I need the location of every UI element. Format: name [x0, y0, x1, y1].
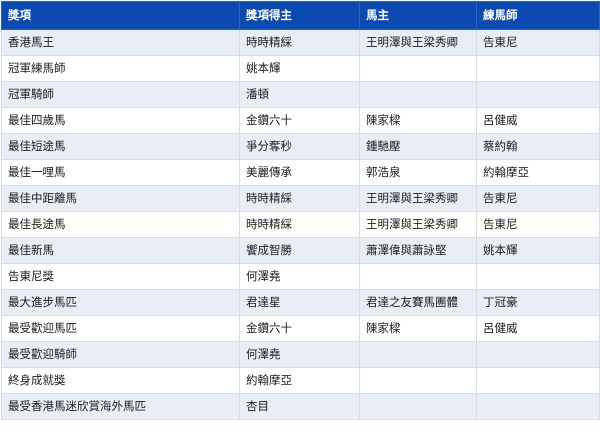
- award-cell: 最佳中距離馬: [1, 185, 240, 212]
- awards-table-container: 獎項 獎項得主 馬主 練馬師 香港馬王 時時精綵 王明澤與王梁秀卿 告東尼 冠軍練馬師姚…: [1, 1, 600, 420]
- winner-cell: 何澤堯: [239, 341, 360, 368]
- winner-cell: 金鑽六十: [239, 315, 360, 342]
- award-cell: 最受香港馬迷欣賞海外馬匹: [1, 393, 240, 420]
- winner-cell: 爭分奪秒: [239, 133, 360, 160]
- table-body: 香港馬王 時時精綵 王明澤與王梁秀卿 告東尼 冠軍練馬師 姚本輝 冠軍騎師 潘頓 最佳四歲馬 金鑽…: [1, 29, 600, 420]
- table-row: 冠軍騎師 潘頓: [1, 81, 600, 108]
- table-row: 最佳短途馬 爭分奪秒 鍾馳壓 蔡約翰: [1, 133, 600, 160]
- owner-cell: 陳家樑: [359, 315, 477, 342]
- trainer-cell: 告東尼: [476, 185, 600, 212]
- header-winner: 獎項得主: [239, 1, 360, 30]
- table-row: 最大進步馬匹 君達星 君達之友賽馬團體 丁冠豪: [1, 289, 600, 316]
- owner-cell: 鍾馳壓: [359, 133, 477, 160]
- trainer-cell: 告東尼: [476, 29, 600, 56]
- winner-cell: 姚本輝: [239, 55, 360, 82]
- award-cell: 最受歡迎馬匹: [1, 315, 240, 342]
- winner-cell: 君達星: [239, 289, 360, 316]
- award-cell: 最大進步馬匹: [1, 289, 240, 316]
- owner-cell: [359, 55, 477, 82]
- award-cell: 最佳長途馬: [1, 211, 240, 238]
- awards-table: 獎項 獎項得主 馬主 練馬師 香港馬王 時時精綵 王明澤與王梁秀卿 告東尼 冠軍練馬師姚…: [1, 1, 600, 420]
- award-cell: 最佳一哩馬: [1, 159, 240, 186]
- owner-cell: [359, 263, 477, 290]
- winner-cell: 時時精綵: [239, 29, 360, 56]
- table-row: 冠軍練馬師 姚本輝: [1, 55, 600, 82]
- trainer-cell: [476, 393, 600, 420]
- owner-cell: [359, 393, 477, 420]
- table-row: 最佳新馬 饗成智勝 蕭澤偉與蕭詠堅 姚本輝: [1, 237, 600, 264]
- trainer-cell: 丁冠豪: [476, 289, 600, 316]
- table-row: 終身成就獎 約翰摩亞: [1, 367, 600, 394]
- winner-cell: 約翰摩亞: [239, 367, 360, 394]
- owner-cell: 蕭澤偉與蕭詠堅: [359, 237, 477, 264]
- winner-cell: 時時精綵: [239, 211, 360, 238]
- trainer-cell: [476, 81, 600, 108]
- owner-cell: [359, 81, 477, 108]
- winner-cell: 何澤堯: [239, 263, 360, 290]
- header-owner: 馬主: [359, 1, 477, 30]
- winner-cell: 美麗傳承: [239, 159, 360, 186]
- trainer-cell: 蔡約翰: [476, 133, 600, 160]
- trainer-cell: [476, 367, 600, 394]
- owner-cell: 王明澤與王梁秀卿: [359, 185, 477, 212]
- award-cell: 終身成就獎: [1, 367, 240, 394]
- owner-cell: 郭浩泉: [359, 159, 477, 186]
- trainer-cell: [476, 341, 600, 368]
- owner-cell: [359, 341, 477, 368]
- header-award: 獎項: [1, 1, 240, 30]
- award-cell: 冠軍練馬師: [1, 55, 240, 82]
- winner-cell: 潘頓: [239, 81, 360, 108]
- winner-cell: 饗成智勝: [239, 237, 360, 264]
- owner-cell: 君達之友賽馬團體: [359, 289, 477, 316]
- award-cell: 最佳新馬: [1, 237, 240, 264]
- trainer-cell: 約翰摩亞: [476, 159, 600, 186]
- award-cell: 最佳短途馬: [1, 133, 240, 160]
- award-cell: 最受歡迎騎師: [1, 341, 240, 368]
- table-row: 告東尼獎 何澤堯: [1, 263, 600, 290]
- owner-cell: 陳家樑: [359, 107, 477, 134]
- trainer-cell: [476, 55, 600, 82]
- trainer-cell: 呂健威: [476, 107, 600, 134]
- owner-cell: [359, 367, 477, 394]
- winner-cell: 時時精綵: [239, 185, 360, 212]
- award-cell: 告東尼獎: [1, 263, 240, 290]
- table-row: 最佳四歲馬 金鑽六十 陳家樑 呂健威: [1, 107, 600, 134]
- table-row: 香港馬王 時時精綵 王明澤與王梁秀卿 告東尼: [1, 29, 600, 56]
- award-cell: 冠軍騎師: [1, 81, 240, 108]
- table-row: 最佳中距離馬 時時精綵 王明澤與王梁秀卿 告東尼: [1, 185, 600, 212]
- table-row: 最佳一哩馬 美麗傳承 郭浩泉 約翰摩亞: [1, 159, 600, 186]
- winner-cell: 杏目: [239, 393, 360, 420]
- owner-cell: 王明澤與王梁秀卿: [359, 29, 477, 56]
- header-trainer: 練馬師: [476, 1, 600, 30]
- table-header-row: 獎項 獎項得主 馬主 練馬師: [1, 1, 600, 30]
- trainer-cell: 告東尼: [476, 211, 600, 238]
- trainer-cell: [476, 263, 600, 290]
- trainer-cell: 姚本輝: [476, 237, 600, 264]
- award-cell: 香港馬王: [1, 29, 240, 56]
- table-row: 最佳長途馬 時時精綵 王明澤與王梁秀卿 告東尼: [1, 211, 600, 238]
- table-row: 最受香港馬迷欣賞海外馬匹 杏目: [1, 393, 600, 420]
- table-row: 最受歡迎騎師 何澤堯: [1, 341, 600, 368]
- winner-cell: 金鑽六十: [239, 107, 360, 134]
- table-row: 最受歡迎馬匹 金鑽六十 陳家樑 呂健威: [1, 315, 600, 342]
- award-cell: 最佳四歲馬: [1, 107, 240, 134]
- trainer-cell: 呂健威: [476, 315, 600, 342]
- owner-cell: 王明澤與王梁秀卿: [359, 211, 477, 238]
